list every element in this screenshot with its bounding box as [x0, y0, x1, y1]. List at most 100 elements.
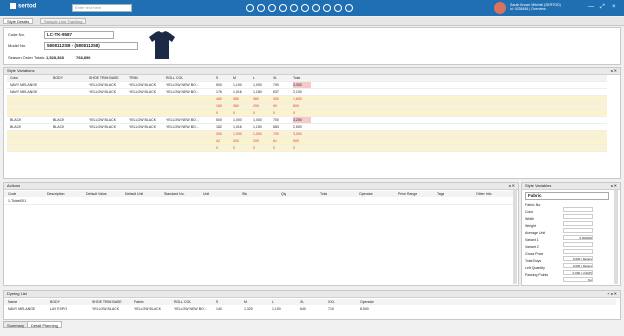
- module-icon[interactable]: [301, 4, 309, 12]
- panel-menu-icon[interactable]: + ◂ ✕: [607, 291, 617, 297]
- grid-row[interactable]: 0 0 0 0 0: [7, 110, 607, 117]
- grid-cell: 1,000: [233, 132, 242, 136]
- dyeing-header-cell[interactable]: Name: [8, 299, 17, 305]
- variations-title: Style Variations: [7, 68, 35, 73]
- grid-cell: 1,180: [253, 90, 262, 94]
- style-variable-label: Average Unit: [525, 231, 546, 235]
- style-variables-panel: Style Variables ◂ ✕ Fabric Fabric No. Col…: [521, 182, 621, 286]
- grid-row[interactable]: 300 1,000 1,000 700 3,000: [7, 131, 607, 138]
- actions-header-cell[interactable]: Default Unit: [125, 191, 143, 197]
- grid-row[interactable]: 0 0 0 0 0: [7, 145, 607, 152]
- module-icon[interactable]: [246, 4, 254, 12]
- actions-header-cell[interactable]: Description: [47, 191, 65, 197]
- actions-header-cell[interactable]: Default Value: [86, 191, 107, 197]
- grid-cell: 90: [273, 104, 277, 108]
- model-field[interactable]: 5808112SB - (580811258): [44, 42, 138, 50]
- actions-header-cell[interactable]: Price Range: [398, 191, 417, 197]
- module-icon[interactable]: [268, 4, 276, 12]
- grid-header-cell[interactable]: SHOE TRIM BASE: [89, 75, 119, 81]
- dyeing-header-cell[interactable]: M: [244, 299, 247, 305]
- grid-cell: YELLOW BLACK: [129, 90, 157, 94]
- dyeing-header-cell[interactable]: Fabric: [134, 299, 144, 305]
- actions-grid-header: Code Description Default Value Default Unit…: [4, 191, 514, 197]
- grid-header-cell[interactable]: Total: [293, 75, 300, 81]
- tab-sample-line-tracking[interactable]: Sample Line Tracking: [40, 18, 87, 24]
- minimize-icon[interactable]: —: [588, 4, 594, 10]
- style-variable-row: Fabric No.: [525, 203, 605, 212]
- module-icon[interactable]: [257, 4, 265, 12]
- bottom-tab-detail-planning[interactable]: Detail Planning: [27, 321, 62, 328]
- actions-header-cell[interactable]: Unit: [203, 191, 209, 197]
- actions-header-cell[interactable]: Standard No.: [164, 191, 185, 197]
- code-field[interactable]: LC-TK-9587: [44, 31, 114, 39]
- user-subtitle: id: 9238456 | Overview: [510, 7, 546, 11]
- user-avatar[interactable]: [494, 2, 506, 14]
- grid-header-cell[interactable]: M: [233, 75, 236, 81]
- user-info[interactable]: Sarah Brown Mitchell (SERTOD) id: 923845…: [510, 3, 572, 11]
- grid-row[interactable]: 160 360 200 90 800: [7, 103, 607, 110]
- grid-header-cell[interactable]: L: [253, 75, 255, 81]
- dyeing-cell: 140: [216, 307, 222, 311]
- actions-header-cell[interactable]: Stk: [242, 191, 247, 197]
- dyeing-grid-header: Name BODY SHOE TRIM BASE Fabric ROLL COL S M L X…: [4, 299, 616, 305]
- module-icon[interactable]: [279, 4, 287, 12]
- app-logo[interactable]: sertod: [10, 3, 44, 12]
- maximize-icon[interactable]: ⤢: [600, 4, 605, 11]
- grid-cell: 0: [253, 146, 255, 150]
- grid-header-cell[interactable]: S: [216, 75, 218, 81]
- grid-row[interactable]: 460 380 360 400 1,600: [7, 96, 607, 103]
- bottom-tab-summary[interactable]: Summary: [3, 321, 29, 328]
- grid-header-cell[interactable]: BODY: [53, 75, 63, 81]
- actions-header-cell[interactable]: Tags: [437, 191, 444, 197]
- grid-row[interactable]: BLACK BLACK YELLOW BLACK YELLOW BLACK YELLOW…: [7, 117, 607, 124]
- grid-cell: 200: [233, 139, 239, 143]
- grid-cell: 0: [233, 111, 235, 115]
- panel-menu-icon[interactable]: ◂ ✕: [509, 183, 515, 189]
- grid-cell: 3,200: [293, 117, 311, 123]
- close-icon[interactable]: ×: [612, 4, 616, 10]
- grid-header-cell[interactable]: XL: [273, 75, 277, 81]
- grid-header-cell[interactable]: ROLL COL: [166, 75, 183, 81]
- actions-header-cell[interactable]: Qty: [281, 191, 286, 197]
- grid-row[interactable]: NAVY MELANGE YELLOW BLACK YELLOW BLACK YELL…: [7, 82, 607, 89]
- grid-row[interactable]: NAVY MELANGE YELLOW BLACK YELLOW BLACK YELL…: [7, 89, 607, 96]
- dyeing-header-cell[interactable]: XL: [300, 299, 304, 305]
- grid-row[interactable]: 42 200 200 61 500: [7, 138, 607, 145]
- actions-grid-row[interactable]: 1-Ticket001: [4, 198, 514, 205]
- module-icon[interactable]: [323, 4, 331, 12]
- actions-header-cell[interactable]: Total: [320, 191, 327, 197]
- props-scrollbar[interactable]: [614, 190, 618, 284]
- panel-menu-icon[interactable]: ◂ ✕: [611, 183, 617, 189]
- actions-header: Actions ◂ ✕: [4, 183, 518, 190]
- global-search-input[interactable]: Enter text here: [72, 4, 132, 12]
- grid-cell: 1,016: [233, 90, 242, 94]
- dyeing-header-cell[interactable]: L: [272, 299, 274, 305]
- dyeing-grid-row[interactable]: NAVY MELANGE LAY EXPO YELLOW BLACK YELLOW B…: [4, 306, 616, 312]
- dyeing-header-cell[interactable]: BODY: [50, 299, 60, 305]
- panel-menu-icon[interactable]: ◂ ✕: [611, 68, 617, 74]
- dyeing-header-cell[interactable]: Operator: [360, 299, 374, 305]
- module-icon[interactable]: [290, 4, 298, 12]
- grid-cell: BLACK: [53, 118, 65, 122]
- dyeing-header-cell[interactable]: ROLL COL: [174, 299, 191, 305]
- module-icon[interactable]: [312, 4, 320, 12]
- tab-style-details[interactable]: Style Details: [3, 18, 34, 24]
- grid-row[interactable]: BLACK BLACK YELLOW BLACK YELLOW BLACK YELLOW…: [7, 124, 607, 131]
- actions-header-cell[interactable]: Other Info: [476, 191, 492, 197]
- actions-header-cell[interactable]: Code: [8, 191, 16, 197]
- actions-scrollbar[interactable]: [513, 190, 517, 284]
- grid-cell: BLACK: [53, 125, 65, 129]
- dyeing-header-cell[interactable]: S: [216, 299, 218, 305]
- style-variable-label: Weight: [525, 224, 536, 228]
- grid-header-cell[interactable]: TRIM: [129, 75, 138, 81]
- variable-selector[interactable]: Fabric: [525, 192, 609, 200]
- dyeing-header-cell[interactable]: SHOE TRIM BASE: [92, 299, 122, 305]
- grid-header-cell[interactable]: Color: [10, 75, 18, 81]
- style-header-panel: Code No. LC-TK-9587 Model No. 5808112SB …: [3, 27, 621, 65]
- style-variable-value[interactable]: No: [563, 277, 593, 282]
- module-icon[interactable]: [334, 4, 342, 12]
- app-topbar: sertod Enter text here Sarah Brown Mitch…: [0, 0, 624, 16]
- dyeing-header-cell[interactable]: XXL: [328, 299, 335, 305]
- actions-header-cell[interactable]: Operator: [359, 191, 373, 197]
- module-icon[interactable]: [345, 4, 353, 12]
